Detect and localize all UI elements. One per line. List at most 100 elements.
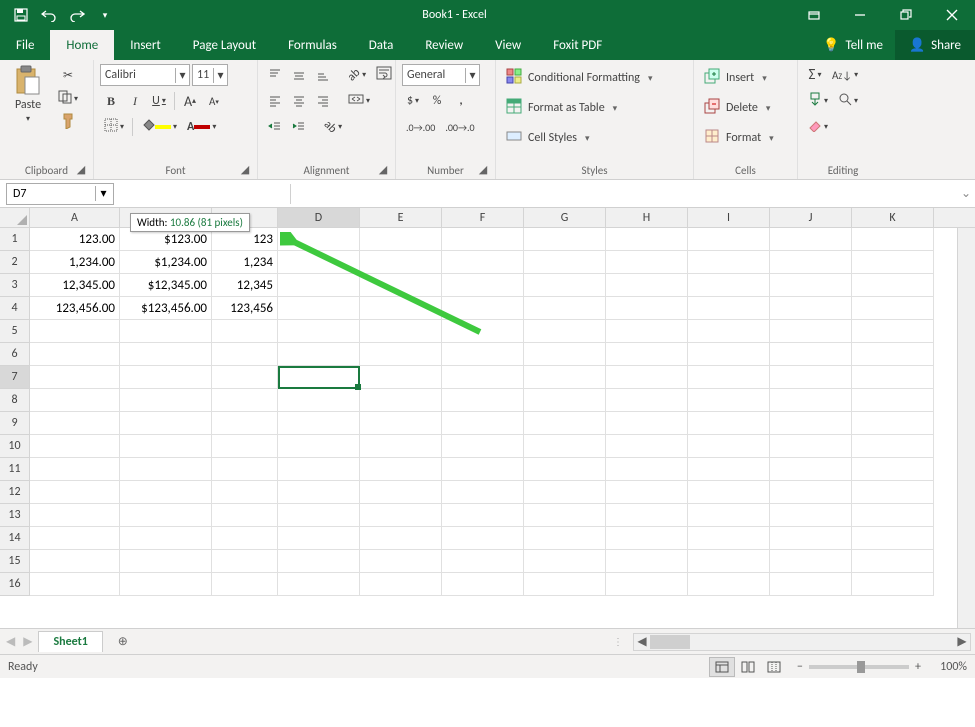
row-header-7[interactable]: 7 <box>0 366 30 389</box>
dialog-launcher-icon[interactable]: ◢ <box>477 163 489 175</box>
column-header-k[interactable]: K <box>852 208 934 227</box>
column-header-i[interactable]: I <box>688 208 770 227</box>
cell-G13[interactable] <box>524 504 606 527</box>
cell-I11[interactable] <box>688 458 770 481</box>
cell-K4[interactable] <box>852 297 934 320</box>
conditional-formatting-button[interactable]: Conditional Formatting <box>502 66 656 90</box>
merge-center-button[interactable]: ▾ <box>344 90 374 112</box>
bold-button[interactable]: B <box>100 90 122 112</box>
cell-K14[interactable] <box>852 527 934 550</box>
autosum-button[interactable]: Σ▾ <box>804 64 826 86</box>
save-button[interactable] <box>8 4 34 26</box>
cell-A13[interactable] <box>30 504 120 527</box>
column-header-h[interactable]: H <box>606 208 688 227</box>
chevron-down-icon[interactable]: ▾ <box>95 186 111 201</box>
cell-F10[interactable] <box>442 435 524 458</box>
new-sheet-button[interactable]: ⊕ <box>111 630 135 654</box>
cell-F4[interactable] <box>442 297 524 320</box>
cell-C2[interactable]: 1,234 <box>212 251 278 274</box>
cell-E6[interactable] <box>360 343 442 366</box>
cell-D1[interactable] <box>278 228 360 251</box>
cell-A3[interactable]: 12,345.00 <box>30 274 120 297</box>
maximize-button[interactable] <box>883 0 929 30</box>
column-header-a[interactable]: A <box>30 208 120 227</box>
clear-button[interactable]: ▾ <box>804 116 832 138</box>
cell-I14[interactable] <box>688 527 770 550</box>
cell-H3[interactable] <box>606 274 688 297</box>
column-header-d[interactable]: D <box>278 208 360 227</box>
cell-K7[interactable] <box>852 366 934 389</box>
undo-button[interactable] <box>36 4 62 26</box>
cell-D15[interactable] <box>278 550 360 573</box>
fill-button[interactable]: ▾ <box>804 90 832 112</box>
cell-I1[interactable] <box>688 228 770 251</box>
cell-H9[interactable] <box>606 412 688 435</box>
cell-D5[interactable] <box>278 320 360 343</box>
cell-F8[interactable] <box>442 389 524 412</box>
cell-K1[interactable] <box>852 228 934 251</box>
format-as-table-button[interactable]: Format as Table <box>502 96 656 120</box>
row-header-8[interactable]: 8 <box>0 389 30 412</box>
underline-button[interactable]: U▾ <box>148 90 170 112</box>
decrease-indent-button[interactable] <box>264 116 286 138</box>
cell-D3[interactable] <box>278 274 360 297</box>
scroll-right-button[interactable]: ▶ <box>954 634 970 649</box>
cell-E7[interactable] <box>360 366 442 389</box>
tell-me-button[interactable]: 💡 Tell me <box>811 30 895 60</box>
cell-C11[interactable] <box>212 458 278 481</box>
cell-H4[interactable] <box>606 297 688 320</box>
cell-A11[interactable] <box>30 458 120 481</box>
cell-G10[interactable] <box>524 435 606 458</box>
grow-font-button[interactable]: A▴ <box>179 90 201 112</box>
cell-K12[interactable] <box>852 481 934 504</box>
cell-J8[interactable] <box>770 389 852 412</box>
scroll-thumb[interactable] <box>650 635 690 649</box>
tab-file[interactable]: File <box>0 30 50 60</box>
cell-E14[interactable] <box>360 527 442 550</box>
borders-button[interactable]: ▾ <box>100 116 128 138</box>
cell-E12[interactable] <box>360 481 442 504</box>
cell-I10[interactable] <box>688 435 770 458</box>
normal-view-button[interactable] <box>709 657 735 677</box>
cell-H16[interactable] <box>606 573 688 596</box>
cell-E11[interactable] <box>360 458 442 481</box>
cell-H11[interactable] <box>606 458 688 481</box>
cell-A8[interactable] <box>30 389 120 412</box>
cell-G14[interactable] <box>524 527 606 550</box>
cell-B15[interactable] <box>120 550 212 573</box>
sheet-nav-prev[interactable]: ◀ <box>6 634 15 649</box>
redo-button[interactable] <box>64 4 90 26</box>
tab-review[interactable]: Review <box>409 30 479 60</box>
share-button[interactable]: 👤 Share <box>895 30 975 60</box>
cell-H15[interactable] <box>606 550 688 573</box>
cell-D14[interactable] <box>278 527 360 550</box>
cell-E8[interactable] <box>360 389 442 412</box>
cell-D2[interactable] <box>278 251 360 274</box>
cell-K16[interactable] <box>852 573 934 596</box>
cell-K15[interactable] <box>852 550 934 573</box>
zoom-slider-thumb[interactable] <box>857 661 865 673</box>
cell-B6[interactable] <box>120 343 212 366</box>
cell-K13[interactable] <box>852 504 934 527</box>
row-header-14[interactable]: 14 <box>0 527 30 550</box>
minimize-button[interactable] <box>837 0 883 30</box>
cell-G15[interactable] <box>524 550 606 573</box>
tab-page-layout[interactable]: Page Layout <box>177 30 272 60</box>
cell-K8[interactable] <box>852 389 934 412</box>
cell-G11[interactable] <box>524 458 606 481</box>
chevron-down-icon[interactable]: ▾ <box>465 68 479 83</box>
zoom-out-button[interactable]: − <box>797 660 803 674</box>
cell-F16[interactable] <box>442 573 524 596</box>
tab-view[interactable]: View <box>479 30 537 60</box>
align-left-button[interactable] <box>264 90 286 112</box>
cell-B14[interactable] <box>120 527 212 550</box>
format-cells-button[interactable]: Format <box>700 126 778 150</box>
cell-styles-button[interactable]: Cell Styles <box>502 126 656 150</box>
tab-insert[interactable]: Insert <box>114 30 177 60</box>
zoom-level[interactable]: 100% <box>927 660 967 674</box>
qat-customize-button[interactable]: ▾ <box>92 4 118 26</box>
cell-H14[interactable] <box>606 527 688 550</box>
chevron-down-icon[interactable]: ▾ <box>213 68 227 83</box>
cell-C8[interactable] <box>212 389 278 412</box>
dialog-launcher-icon[interactable]: ◢ <box>75 163 87 175</box>
